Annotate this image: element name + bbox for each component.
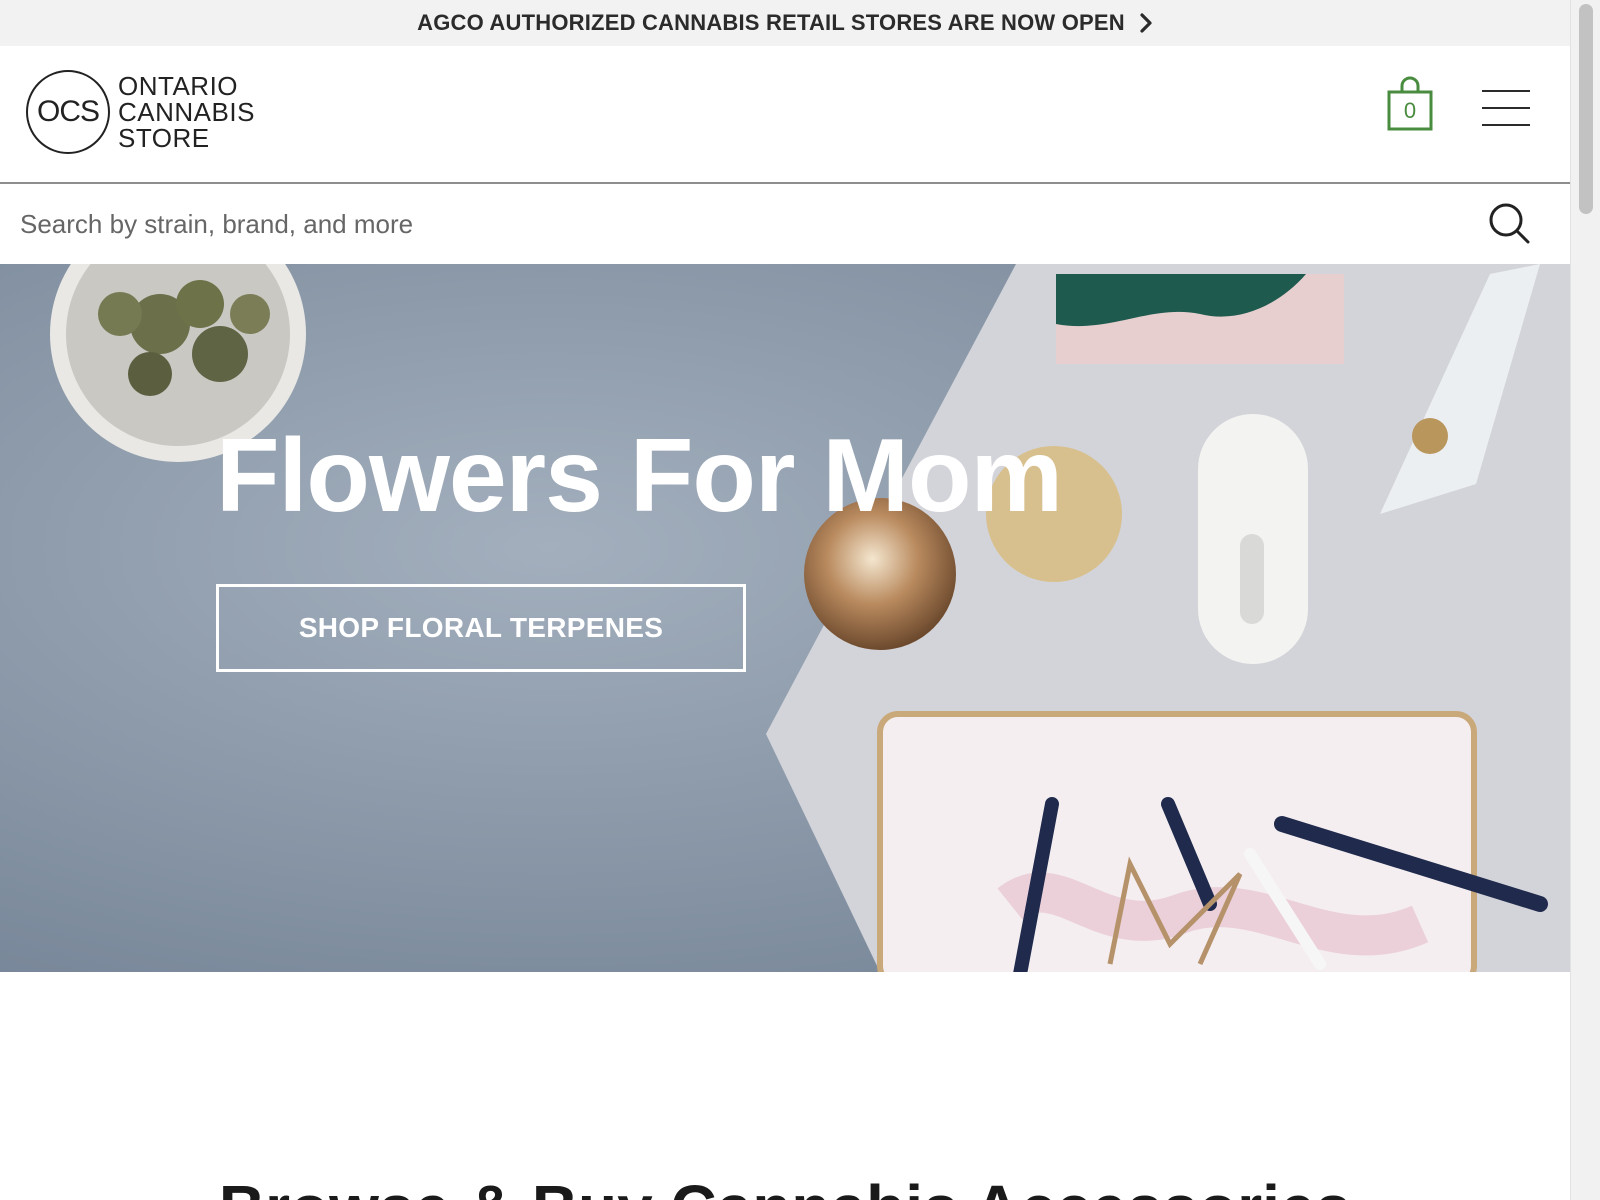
page: AGCO AUTHORIZED CANNABIS RETAIL STORES A…	[0, 0, 1570, 1200]
logo-wordmark: ONTARIO CANNABIS STORE	[118, 73, 255, 151]
vertical-scrollbar[interactable]	[1570, 0, 1600, 1200]
cart-button[interactable]: 0	[1386, 76, 1434, 132]
announcement-text[interactable]: AGCO AUTHORIZED CANNABIS RETAIL STORES A…	[417, 10, 1125, 36]
logo-line-ontario: ONTARIO	[118, 71, 239, 101]
menu-bar-middle	[1482, 107, 1530, 109]
site-header: OCS ONTARIO CANNABIS STORE 0	[0, 46, 1570, 184]
scrollbar-thumb[interactable]	[1579, 4, 1593, 214]
hamburger-menu-button[interactable]	[1482, 88, 1530, 128]
logo-line-store: STORE	[118, 123, 210, 153]
ocs-logo[interactable]: OCS ONTARIO CANNABIS STORE	[26, 70, 255, 154]
search-bar	[0, 184, 1570, 264]
announcement-bar[interactable]: AGCO AUTHORIZED CANNABIS RETAIL STORES A…	[0, 0, 1570, 46]
search-button[interactable]	[1486, 200, 1534, 248]
chevron-right-icon	[1139, 13, 1153, 33]
hero-title: Flowers For Mom	[216, 418, 1063, 534]
shop-floral-terpenes-button[interactable]: SHOP FLORAL TERPENES	[216, 584, 746, 672]
search-input[interactable]	[0, 184, 1470, 264]
section-title: Browse & Buy Cannabis Accessories	[0, 1176, 1570, 1200]
search-icon	[1489, 203, 1530, 244]
cart-count: 0	[1403, 98, 1417, 123]
logo-mark: OCS	[36, 95, 100, 128]
logo-line-cannabis: CANNABIS	[118, 97, 255, 127]
logo-circle: OCS	[26, 70, 110, 154]
hero-banner: Flowers For Mom SHOP FLORAL TERPENES	[0, 264, 1570, 972]
menu-bar-bottom	[1482, 124, 1530, 126]
hamburger-menu-icon	[1482, 90, 1530, 92]
